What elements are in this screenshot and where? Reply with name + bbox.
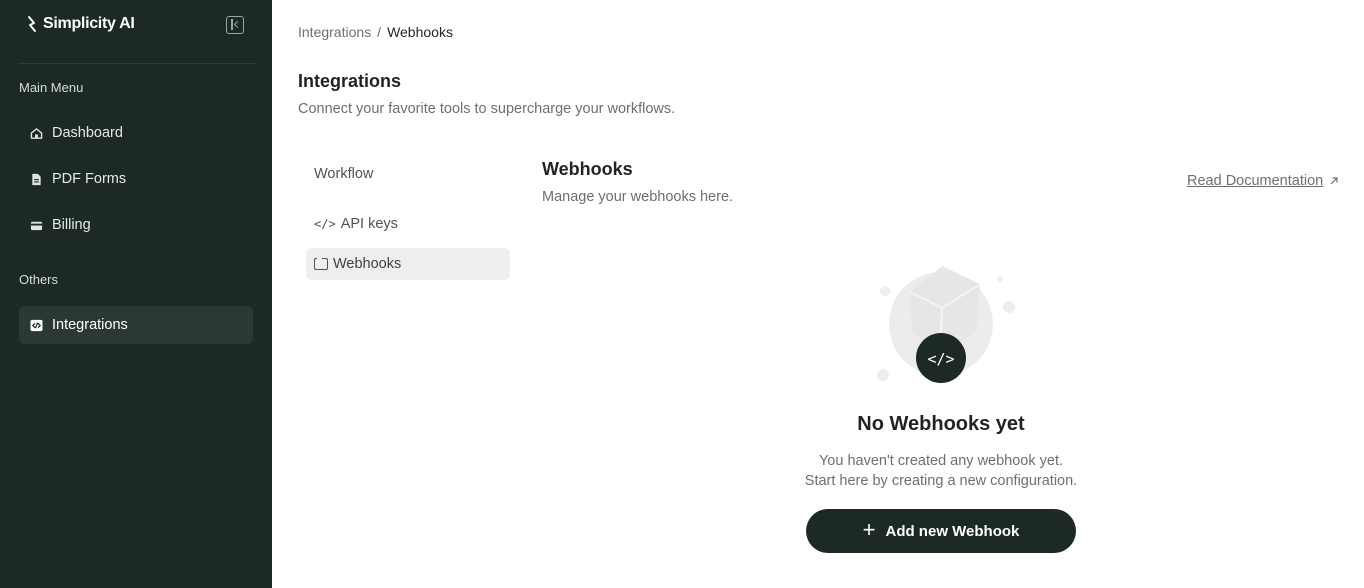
doc-link-label: Read Documentation: [1187, 173, 1324, 189]
plus-icon: +: [862, 517, 876, 542]
sidebar: Simplicity AI Main Menu Dashboard PDF Fo…: [0, 0, 272, 588]
subnav-item-webhooks[interactable]: Webhooks: [306, 248, 510, 280]
logo-icon: [28, 16, 36, 32]
sidebar-item-billing[interactable]: Billing: [19, 206, 253, 244]
sidebar-item-dashboard[interactable]: Dashboard: [19, 114, 253, 152]
empty-state-description: You haven't created any webhook yet. Sta…: [740, 451, 1142, 491]
empty-state-title: No Webhooks yet: [857, 413, 1025, 435]
add-webhook-label: Add new Webhook: [885, 522, 1020, 540]
subnav-item-label: Webhooks: [333, 256, 402, 272]
sidebar-divider: [18, 63, 256, 64]
others-label: Others: [19, 272, 59, 287]
external-link-icon: [1330, 177, 1338, 185]
subnav-item-label: API keys: [340, 216, 398, 232]
collapse-sidebar-icon[interactable]: [226, 16, 244, 34]
webhook-icon: [314, 256, 328, 270]
sidebar-item-label: PDF Forms: [52, 171, 127, 187]
page-title: Integrations: [298, 71, 402, 91]
sidebar-item-integrations[interactable]: Integrations: [19, 306, 253, 344]
empty-box-illustration: </>: [877, 266, 1015, 383]
section-title: Webhooks: [542, 159, 633, 179]
sidebar-item-pdf-forms[interactable]: PDF Forms: [19, 160, 253, 198]
home-icon: [30, 127, 43, 139]
empty-state-line-1: You haven't created any webhook yet.: [818, 453, 1064, 469]
brand[interactable]: Simplicity AI: [26, 15, 135, 33]
breadcrumb: Integrations / Webhooks: [298, 24, 453, 40]
breadcrumb-separator: /: [377, 24, 382, 40]
subnav-item-workflow[interactable]: Workflow: [306, 158, 510, 190]
code-icon: [30, 319, 43, 331]
read-documentation-link[interactable]: Read Documentation: [1187, 173, 1339, 189]
code-icon: </>: [314, 217, 336, 231]
add-webhook-button[interactable]: + Add new Webhook: [806, 509, 1076, 553]
brand-name: Simplicity AI: [43, 15, 135, 32]
subnav-item-label: Workflow: [314, 166, 374, 182]
section-subtitle: Manage your webhooks here.: [542, 189, 734, 205]
page-subtitle: Connect your favorite tools to superchar…: [298, 101, 676, 117]
subnav-item-api-keys[interactable]: </> API keys: [306, 208, 510, 240]
breadcrumb-current: Webhooks: [387, 24, 453, 40]
wallet-icon: [30, 221, 43, 230]
document-icon: [32, 173, 41, 185]
sidebar-item-label: Dashboard: [52, 125, 123, 141]
main-menu-label: Main Menu: [19, 80, 84, 95]
code-badge-icon: </>: [927, 350, 954, 368]
sidebar-item-label: Billing: [52, 217, 91, 233]
breadcrumb-parent[interactable]: Integrations: [298, 24, 371, 40]
empty-state-line-2: Start here by creating a new configurati…: [804, 473, 1078, 489]
sidebar-item-label: Integrations: [52, 317, 128, 333]
